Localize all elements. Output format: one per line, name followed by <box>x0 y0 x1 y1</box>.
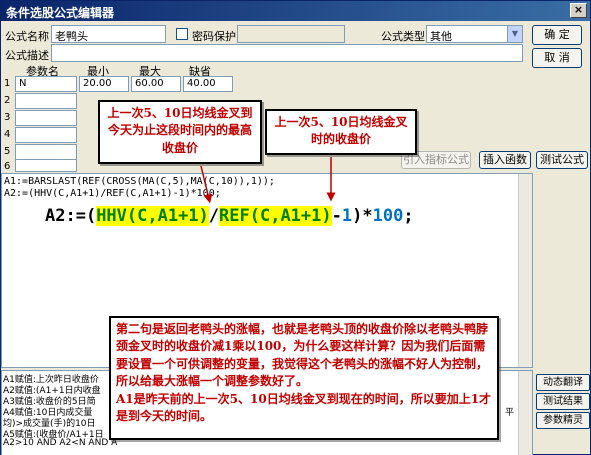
param-name-cell[interactable] <box>15 93 77 109</box>
annotation-note-explanation-p1: 第二句是返回老鸭头的涨幅，也就是老鸭头顶的收盘价除以老鸭头鸭脖颈金叉时的收盘价减… <box>116 322 489 389</box>
param-wizard-button[interactable]: 参数精灵 <box>536 412 590 429</box>
code-zoomed-prefix: A2:=( <box>45 206 97 226</box>
annotation-note-explanation: 第二句是返回老鸭头的涨幅，也就是老鸭头顶的收盘价除以老鸭头鸭脖颈金叉时的收盘价减… <box>109 316 499 440</box>
code-line-1: A1:=BARSLAST(REF(CROSS(MA(C,5),MA(C,10))… <box>4 176 275 187</box>
code-zoomed-ref: REF(C,A1+1) <box>219 206 332 226</box>
param-name-cell[interactable] <box>15 110 77 126</box>
code-zoomed-semicolon: ; <box>403 206 414 226</box>
param-min-cell[interactable]: 20.00 <box>79 76 129 92</box>
insert-function-button[interactable]: 插入函数 <box>479 151 531 169</box>
ok-button[interactable]: 确 定 <box>532 25 582 45</box>
code-line-2: A2:=(HHV(C,A1+1)/REF(C,A1+1)-1)*100; <box>4 188 221 199</box>
code-zoomed-hundred: 100 <box>372 206 404 226</box>
param-row-num: 2 <box>4 95 11 106</box>
cancel-button[interactable]: 取 消 <box>532 48 582 68</box>
formula-type-value: 其他 <box>430 30 452 43</box>
test-formula-button[interactable]: 测试公式 <box>536 151 588 169</box>
formula-desc-input[interactable] <box>51 44 523 62</box>
param-max-cell[interactable]: 60.00 <box>131 76 181 92</box>
annotation-note-ref: 上一次5、10日均线金叉时的收盘价 <box>265 109 417 155</box>
code-zoomed-hhv: HHV(C,A1+1) <box>96 206 209 226</box>
formula-type-label: 公式类型 <box>381 30 425 43</box>
param-row-num: 1 <box>4 78 11 89</box>
param-row-num: 3 <box>4 112 11 123</box>
formula-desc-label: 公式描述 <box>5 49 49 62</box>
desc-line: A2>10 AND A2<N AND A <box>3 438 118 448</box>
code-zoomed-line: A2:=(HHV(C,A1+1)/REF(C,A1+1)-1)*100; <box>45 206 414 226</box>
formula-type-select[interactable]: 其他 ▼ <box>426 25 523 43</box>
param-row-num: 6 <box>4 161 11 172</box>
title-bar: 条件选股公式编辑器 × <box>1 1 590 21</box>
code-zoomed-div: / <box>208 206 220 226</box>
param-row-num: 4 <box>4 129 11 140</box>
formula-name-input[interactable]: 老鸭头 <box>51 25 166 43</box>
code-zoomed-minus: - <box>331 206 342 226</box>
desc-scrollbar[interactable] <box>518 371 532 455</box>
annotation-note-explanation-p2: A1是昨天前的上一次5、10日均线金叉到现在的时间，所以要加上1才是到今天的时间… <box>116 391 492 423</box>
test-result-button[interactable]: 测试结果 <box>536 393 590 410</box>
param-default-cell[interactable]: 40.00 <box>183 76 233 92</box>
editor-scrollbar[interactable] <box>518 174 532 367</box>
param-name-cell[interactable] <box>15 127 77 143</box>
password-input[interactable] <box>237 25 345 43</box>
password-checkbox[interactable] <box>176 28 188 40</box>
param-name-cell[interactable]: N <box>15 76 77 92</box>
param-row-num: 5 <box>4 146 11 157</box>
code-zoomed-mul: )* <box>352 206 373 226</box>
desc-tail-text: 平 <box>505 408 515 418</box>
code-zoomed-one: 1 <box>341 206 353 226</box>
annotation-note-hhv: 上一次5、10日均线金叉到今天为止这段时间内的最高收盘价 <box>98 100 262 164</box>
close-button[interactable]: × <box>570 3 587 18</box>
formula-name-label: 公式名称 <box>5 30 49 43</box>
chevron-down-icon: ▼ <box>507 26 522 42</box>
formula-editor-window: 条件选股公式编辑器 × 公式名称 老鸭头 密码保护 公式类型 其他 ▼ 确 定 … <box>0 0 591 455</box>
param-name-cell[interactable] <box>15 144 77 160</box>
window-title: 条件选股公式编辑器 <box>6 6 115 20</box>
param-name-cell[interactable] <box>15 159 77 172</box>
password-label: 密码保护 <box>192 30 236 43</box>
dynamic-translate-button[interactable]: 动态翻译 <box>536 374 590 391</box>
